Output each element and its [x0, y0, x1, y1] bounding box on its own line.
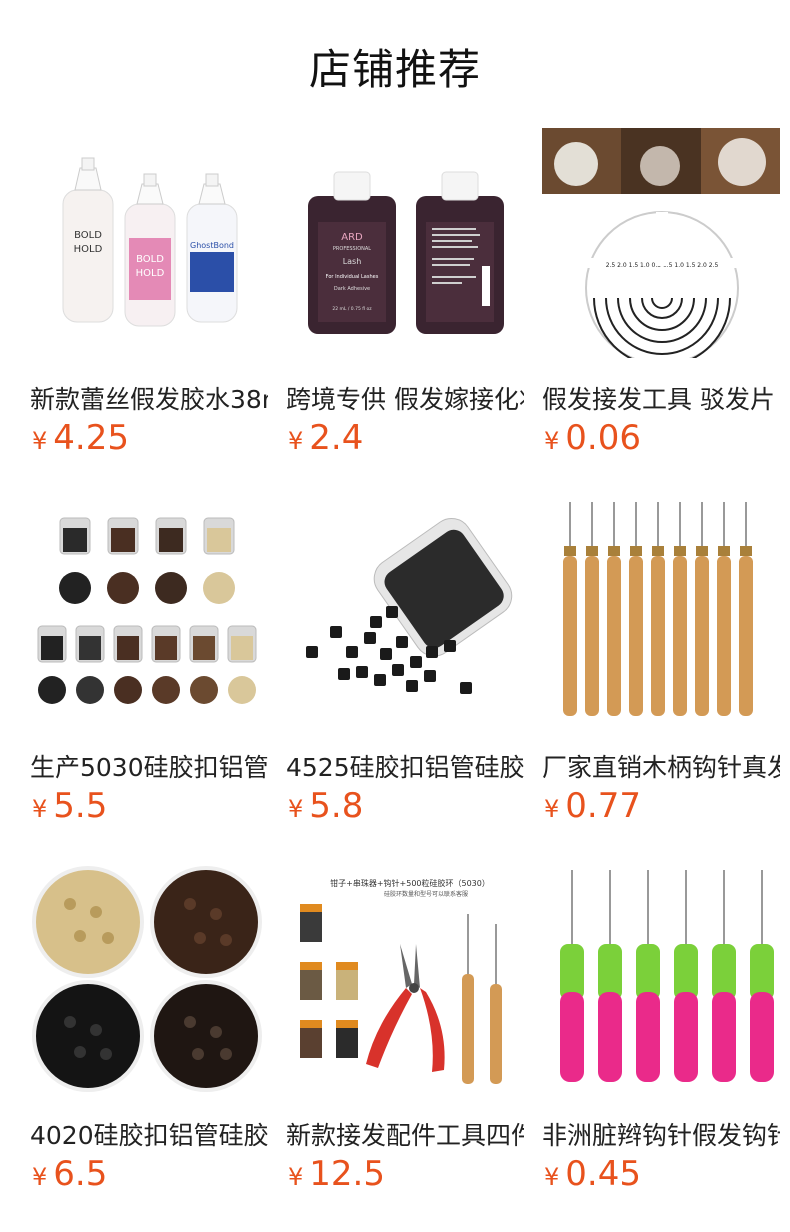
- kit-caption: 硅胶环数量和型号可以联系客服: [384, 890, 468, 898]
- currency-symbol: ¥: [32, 1163, 48, 1191]
- product-price: ¥6.5: [32, 1154, 107, 1194]
- product-image-hair-shield[interactable]: 2.5 2.0 1.5 1.0 0.5 0.5 1.0 1.5 2.0 2.5: [542, 128, 780, 358]
- product-name[interactable]: 新款蕾丝假发胶水38ml: [30, 380, 268, 416]
- product-price: ¥4.25: [32, 418, 129, 458]
- shop-recommendations: 店铺推荐 BOLD HOLD BOLD HOLD GhostBond 新款蕾丝假…: [0, 0, 790, 1232]
- kit-caption: 钳子+串珠器+钩针+500粒硅胶环（5030）: [330, 878, 490, 888]
- bottle-label: For Individual Lashes: [326, 274, 379, 280]
- bottle-label: HOLD: [74, 244, 103, 255]
- product-image-bead-bowls[interactable]: [30, 864, 268, 1094]
- product-name[interactable]: 跨境专供 假发嫁接化妆品: [286, 380, 524, 416]
- product-image-tool-kit[interactable]: 钳子+串珠器+钩针+500粒硅胶环（5030） 硅胶环数量和型号可以联系客服: [286, 864, 524, 1094]
- bottle-label: BOLD: [74, 230, 102, 241]
- currency-symbol: ¥: [288, 427, 304, 455]
- page-title: 店铺推荐: [308, 45, 481, 94]
- price-value: 0.77: [565, 786, 641, 826]
- product-name[interactable]: 4020硅胶扣铝管硅胶: [30, 1116, 268, 1152]
- bottle-label: PROFESSIONAL: [333, 246, 371, 252]
- product-price: ¥0.77: [544, 786, 641, 826]
- product-image-beads-spilled-jar[interactable]: [286, 496, 524, 726]
- price-value: 2.4: [309, 418, 364, 458]
- product-image-plastic-crochet-hooks[interactable]: [542, 864, 780, 1094]
- currency-symbol: ¥: [32, 427, 48, 455]
- product-price: ¥2.4: [288, 418, 363, 458]
- price-value: 6.5: [53, 1154, 108, 1194]
- product-price: ¥5.5: [32, 786, 107, 826]
- product-name[interactable]: 新款接发配件工具四件套: [286, 1116, 524, 1152]
- price-value: 5.5: [53, 786, 108, 826]
- currency-symbol: ¥: [544, 795, 560, 823]
- price-value: 4.25: [53, 418, 129, 458]
- bottle-label: BOLD: [136, 254, 164, 265]
- currency-symbol: ¥: [288, 1163, 304, 1191]
- product-image-lash-adhesive[interactable]: ARD PROFESSIONAL Lash For Individual Las…: [286, 128, 524, 358]
- product-price: ¥0.45: [544, 1154, 641, 1194]
- price-value: 12.5: [309, 1154, 385, 1194]
- price-value: 0.06: [565, 418, 641, 458]
- product-name[interactable]: 假发接发工具 驳发片: [542, 380, 780, 416]
- product-name[interactable]: 非洲脏辫钩针假发钩针: [542, 1116, 780, 1152]
- product-image-glue-bottles[interactable]: BOLD HOLD BOLD HOLD GhostBond: [30, 128, 268, 358]
- product-price: ¥5.8: [288, 786, 363, 826]
- price-value: 5.8: [309, 786, 364, 826]
- currency-symbol: ¥: [544, 427, 560, 455]
- product-name[interactable]: 4525硅胶扣铝管硅胶: [286, 748, 524, 784]
- bottle-label: Dark Adhesive: [334, 286, 370, 292]
- price-value: 0.45: [565, 1154, 641, 1194]
- product-price: ¥0.06: [544, 418, 641, 458]
- product-image-wooden-crochet-hooks[interactable]: [542, 496, 780, 726]
- product-image-silicone-beads-jars[interactable]: [30, 496, 268, 726]
- product-name[interactable]: 厂家直销木柄钩针真发: [542, 748, 780, 784]
- bottle-label: GhostBond: [190, 241, 234, 250]
- product-price: ¥12.5: [288, 1154, 385, 1194]
- bottle-label: Lash: [343, 257, 362, 266]
- currency-symbol: ¥: [544, 1163, 560, 1191]
- currency-symbol: ¥: [32, 795, 48, 823]
- product-name[interactable]: 生产5030硅胶扣铝管: [30, 748, 268, 784]
- bottle-label: HOLD: [136, 268, 165, 279]
- currency-symbol: ¥: [288, 795, 304, 823]
- bottle-label: ARD: [341, 232, 363, 243]
- bottle-label: 22 mL / 0.75 fl oz: [332, 306, 372, 312]
